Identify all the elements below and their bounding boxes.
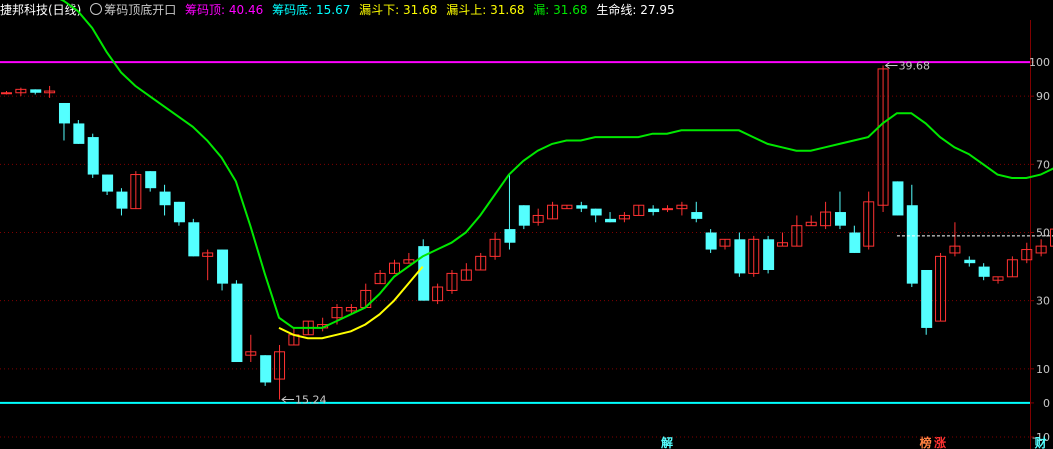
candle-body [964, 259, 976, 264]
candlestick-chart[interactable]: 10090705030100-1039.6815.24解榜涨财 [0, 0, 1053, 449]
candle-body [691, 212, 703, 219]
event-marker: 涨 [934, 435, 946, 449]
price-marker-label: 39.68 [899, 59, 931, 72]
candle-body [504, 229, 516, 243]
candle-body [145, 171, 157, 189]
y-tick-label: 70 [1036, 158, 1050, 171]
candle-body [173, 201, 185, 223]
y-tick-label: 10 [1036, 363, 1050, 376]
candle-body [231, 283, 243, 363]
candle-body [518, 205, 530, 226]
candle-body [648, 208, 660, 213]
candle-body [978, 266, 990, 277]
y-tick-label: 50 [1036, 227, 1050, 240]
candle-body [116, 191, 128, 209]
candle-body [662, 208, 674, 211]
candle-body [188, 222, 200, 257]
y-tick-label: 30 [1036, 295, 1050, 308]
candle-body [892, 181, 904, 216]
candle-body [159, 191, 171, 206]
event-marker: 榜 [920, 435, 932, 449]
candle-body [734, 239, 746, 274]
candle-body [849, 232, 861, 253]
y-tick-label: 90 [1036, 90, 1050, 103]
candle-body [260, 355, 272, 383]
event-marker: 解 [661, 435, 673, 449]
y-tick-label: 0 [1043, 397, 1050, 410]
event-marker: 财 [1034, 435, 1047, 449]
candle-body [58, 102, 70, 124]
candle-body [102, 174, 114, 192]
candle-body [705, 232, 717, 250]
candle-body [87, 137, 99, 175]
candle-body [906, 205, 918, 284]
life-line [59, 0, 1053, 329]
candle-body [217, 249, 229, 284]
candle-body [590, 208, 602, 216]
candle-body [73, 123, 85, 144]
candle-body [834, 212, 846, 226]
price-marker-label: 15.24 [295, 394, 327, 407]
y-tick-label: 100 [1029, 56, 1050, 69]
candle-body [30, 89, 42, 93]
candle-body [921, 269, 933, 328]
candle-body [1, 92, 12, 95]
candle-body [576, 205, 588, 209]
candle-body [763, 239, 775, 270]
candle-body [605, 218, 617, 223]
